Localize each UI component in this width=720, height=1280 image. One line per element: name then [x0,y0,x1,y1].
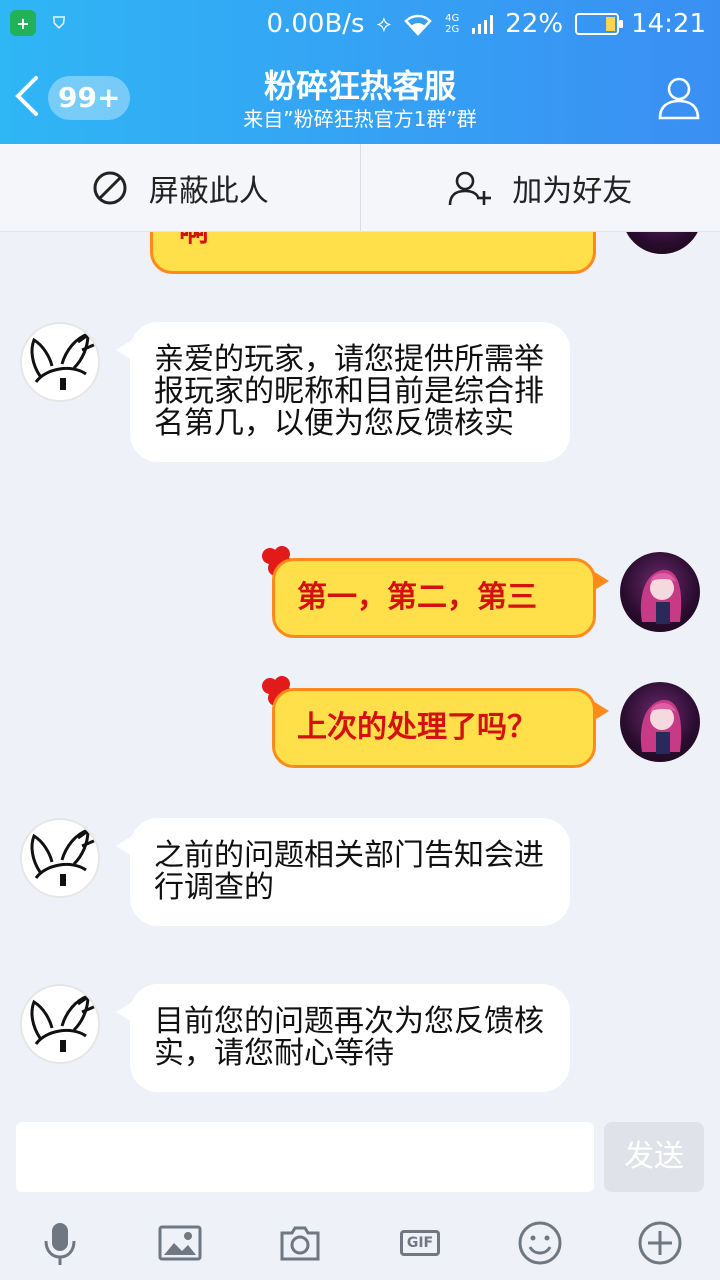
shield-icon: ⛉ [52,13,65,32]
service-avatar[interactable] [20,322,100,402]
gif-icon[interactable]: GIF [396,1219,444,1267]
character-avatar-icon [640,569,682,624]
my-avatar[interactable] [622,232,702,254]
block-user-button[interactable]: 屏蔽此人 [0,144,360,231]
emoji-icon[interactable] [516,1219,564,1267]
net-speed: 0.00B/s [266,9,365,39]
status-bar: + ⛉ 0.00B/s ⟡ 4G 2G 22% 14:21 [0,0,720,48]
my-avatar[interactable] [620,682,700,762]
chat-area[interactable]: 啊 亲爱的玩家，请您提供所需举报玩家的昵称和目前是综合排名第几，以便为您反馈核实… [0,232,720,1110]
clock: 14:21 [631,9,706,39]
add-friend-button[interactable]: 加为好友 [359,144,720,231]
message-bubble-service[interactable]: 亲爱的玩家，请您提供所需举报玩家的昵称和目前是综合排名第几，以便为您反馈核实 [116,322,570,462]
chat-title: 粉碎狂热客服 [263,67,456,105]
message-bubble-service[interactable]: 目前您的问题再次为您反馈核实，请您耐心等待 [116,984,570,1092]
input-toolbar: GIF [0,1206,720,1280]
image-icon[interactable] [156,1219,204,1267]
signal-icon [472,15,494,34]
shield-plus-icon: + [10,10,36,36]
block-user-label: 屏蔽此人 [148,173,269,209]
bunny-logo-icon [30,992,97,1052]
add-user-icon [448,171,492,205]
input-bar: 发送 [0,1110,720,1206]
person-icon[interactable] [656,74,702,120]
message-bubble-mine[interactable]: 第一，第二，第三 [272,558,609,638]
chat-subtitle: 来自”粉碎狂热官方1群”群 [243,107,477,131]
microphone-icon[interactable] [36,1219,84,1267]
bunny-logo-icon [30,826,97,886]
title-bar: 99+ 粉碎狂热客服 来自”粉碎狂热官方1群”群 [0,48,720,144]
my-avatar[interactable] [620,552,700,632]
add-friend-label: 加为好友 [512,173,633,209]
send-button[interactable]: 发送 [604,1122,704,1192]
battery-percent: 22% [505,9,564,39]
service-avatar[interactable] [20,984,100,1064]
vibrate-icon: ⟡ [376,11,392,37]
message-bubble-mine[interactable]: 上次的处理了吗？ [272,688,609,768]
header: + ⛉ 0.00B/s ⟡ 4G 2G 22% 14:21 99+ 粉碎狂热客服… [0,0,720,144]
plus-icon[interactable] [636,1219,684,1267]
battery-icon [575,13,624,35]
action-bar: 屏蔽此人 加为好友 [0,144,720,232]
back-button[interactable] [12,74,40,126]
bunny-logo-icon [30,330,97,390]
camera-icon[interactable] [276,1219,324,1267]
message-input[interactable] [16,1122,594,1192]
network-type: 4G 2G [445,13,460,35]
message-bubble-mine[interactable]: 啊 [150,232,596,274]
character-avatar-icon [640,699,682,754]
unread-badge[interactable]: 99+ [48,76,131,120]
wifi-icon [404,14,432,36]
block-icon [93,171,127,204]
message-bubble-service[interactable]: 之前的问题相关部门告知会进行调查的 [116,818,570,926]
service-avatar[interactable] [20,818,100,898]
chevron-left-icon [15,76,38,116]
